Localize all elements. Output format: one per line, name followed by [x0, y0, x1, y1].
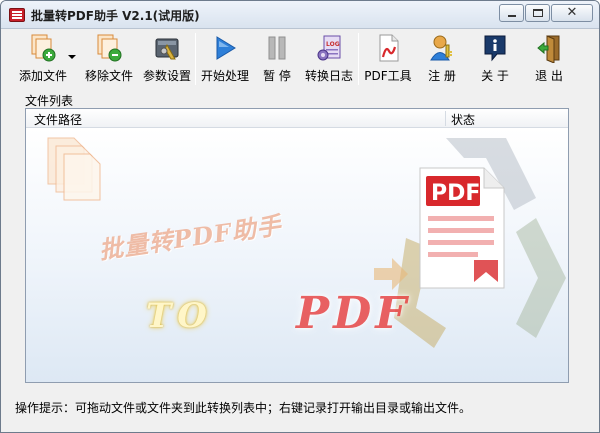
- watermark-to: TO: [146, 296, 213, 336]
- remove-file-button[interactable]: 移除文件: [79, 31, 139, 87]
- add-file-dropdown-arrow[interactable]: [68, 55, 76, 59]
- exit-icon: [537, 35, 560, 63]
- register-label: 注 册: [428, 69, 456, 83]
- exit-button[interactable]: 退 出: [523, 31, 575, 87]
- files-watermark-icon: [47, 137, 101, 201]
- close-icon: ✕: [566, 5, 578, 20]
- window-title: 批量转PDF助手 V2.1(试用版): [31, 9, 200, 23]
- add-file-button[interactable]: 添加文件: [7, 31, 79, 87]
- pdf-tool-button[interactable]: PDF工具: [359, 31, 417, 87]
- register-button[interactable]: 注 册: [417, 31, 467, 87]
- minimize-icon: [508, 15, 516, 17]
- about-icon: [484, 35, 506, 62]
- window-controls: ✕: [498, 4, 593, 22]
- settings-icon: [155, 38, 179, 60]
- add-file-icon: [31, 34, 56, 62]
- settings-label: 参数设置: [142, 69, 191, 83]
- watermark: PDF 批量转PDF助手 TO PDF: [26, 128, 568, 382]
- close-button[interactable]: ✕: [551, 4, 593, 22]
- maximize-icon: [533, 9, 543, 17]
- app-window: 批量转PDF助手 V2.1(试用版) ✕ 添加文件 移除文件 参数设置 开始处理…: [0, 0, 600, 433]
- add-file-label: 添加文件: [18, 69, 67, 83]
- pdf-badge: PDF: [431, 181, 480, 206]
- play-icon: [216, 36, 236, 60]
- about-label: 关 于: [481, 69, 509, 83]
- log-button[interactable]: LOG 转换日志: [300, 31, 358, 87]
- toolbar: 添加文件 移除文件 参数设置 开始处理 暂 停 LOG 转换日志 PDF工具 注…: [7, 31, 593, 87]
- remove-file-label: 移除文件: [84, 69, 133, 83]
- start-label: 开始处理: [200, 69, 249, 83]
- watermark-pdf: PDF: [296, 288, 411, 339]
- pdf-tool-icon: [379, 34, 399, 62]
- pdf-document-icon: PDF: [419, 167, 505, 289]
- settings-button[interactable]: 参数设置: [139, 31, 195, 87]
- app-icon[interactable]: [9, 8, 25, 22]
- log-icon: LOG: [317, 35, 341, 61]
- about-button[interactable]: 关 于: [467, 31, 523, 87]
- pause-icon: [268, 36, 286, 60]
- svg-text:LOG: LOG: [326, 41, 340, 48]
- watermark-title: 批量转PDF助手: [97, 210, 284, 265]
- exit-label: 退 出: [535, 69, 563, 83]
- pause-label: 暂 停: [263, 69, 291, 83]
- start-button[interactable]: 开始处理: [196, 31, 254, 87]
- column-divider[interactable]: [445, 111, 446, 126]
- file-list-label: 文件列表: [25, 94, 74, 108]
- remove-file-icon: [97, 34, 122, 62]
- column-header-status[interactable]: 状态: [451, 111, 475, 128]
- list-header: 文件路径 状态: [26, 109, 568, 128]
- pdf-tool-label: PDF工具: [364, 69, 412, 83]
- register-icon: [430, 35, 452, 61]
- file-list[interactable]: 文件路径 状态 PDF 批量转PDF助手 TO PDF: [25, 108, 569, 383]
- column-header-path[interactable]: 文件路径: [34, 111, 82, 128]
- minimize-button[interactable]: [499, 4, 524, 22]
- title-bar[interactable]: 批量转PDF助手 V2.1(试用版) ✕: [1, 1, 599, 29]
- log-label: 转换日志: [304, 69, 353, 83]
- status-hint: 操作提示：可拖动文件或文件夹到此转换列表中；右键记录打开输出目录或输出文件。: [15, 401, 472, 415]
- pause-button[interactable]: 暂 停: [254, 31, 300, 87]
- maximize-button[interactable]: [525, 4, 550, 22]
